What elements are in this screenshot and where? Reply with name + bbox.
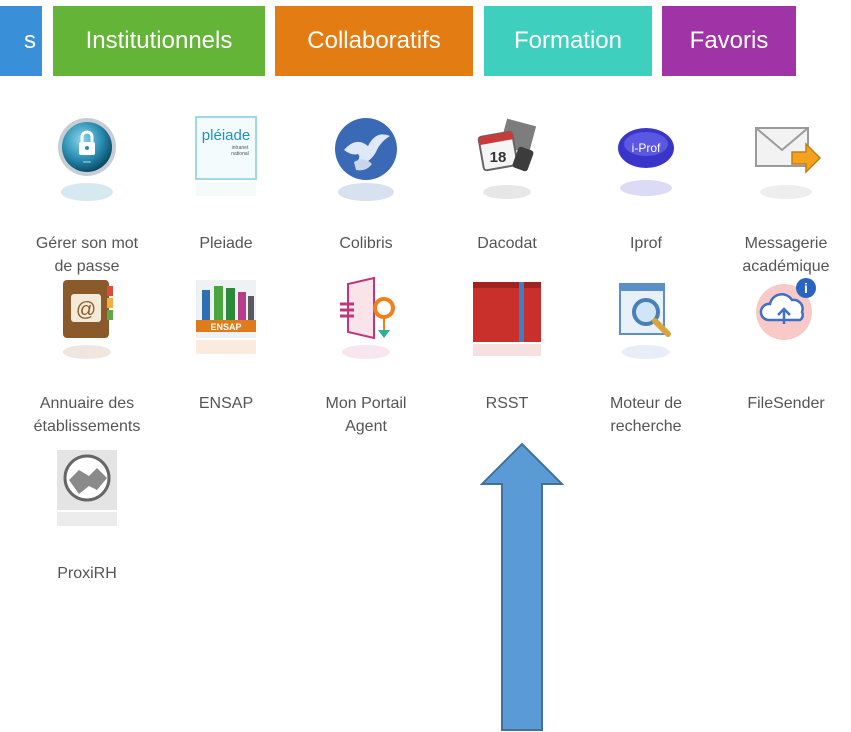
lock-icon: **** — [47, 116, 127, 202]
app-label-line2: recherche — [610, 418, 682, 435]
app-label-line1: Annuaire des — [39, 395, 135, 412]
app-label-line1: Pleiade — [199, 235, 253, 252]
search-engine-icon — [606, 276, 686, 362]
tab-formation-label: Formation — [513, 27, 623, 54]
tab-favoris[interactable]: Favoris — [662, 6, 796, 76]
tab-institutionnels[interactable]: Institutionnels — [53, 6, 265, 76]
app-label-line1: Dacodat — [477, 235, 537, 252]
pleiade-logo-text: pléiade — [202, 127, 250, 144]
annotation-arrow-icon — [480, 442, 564, 731]
tab-partial[interactable]: s — [0, 6, 42, 76]
info-badge-icon: i — [804, 280, 808, 296]
app-label-line1: Gérer son mot — [35, 235, 139, 252]
app-label-line1: Iprof — [629, 235, 662, 252]
rsst-book-icon — [467, 276, 547, 362]
app-label-line1: FileSender — [747, 395, 825, 412]
cloud-upload-icon: i — [746, 276, 826, 362]
tab-institutionnels-label: Institutionnels — [85, 27, 233, 54]
app-label-line1: Mon Portail — [325, 395, 407, 412]
app-label-line1: ENSAP — [198, 395, 254, 412]
mail-icon — [746, 116, 826, 202]
portal-icon — [326, 276, 406, 362]
ensap-logo: ENSAP — [210, 322, 241, 332]
tab-collaboratifs-label: Collaboratifs — [307, 27, 441, 54]
svg-text:****: **** — [83, 161, 91, 167]
pleiade-sub2: national — [231, 151, 249, 157]
dacodat-date: 18 — [490, 149, 507, 166]
app-label-line1: Colibris — [339, 235, 393, 252]
dacodat-icon: 18 — [467, 116, 547, 202]
colibris-icon — [326, 116, 406, 202]
svg-text:@: @ — [76, 299, 96, 321]
iprof-icon: i-Prof — [606, 116, 686, 202]
handshake-icon — [47, 446, 127, 532]
address-book-icon: @ — [47, 276, 127, 362]
app-label-line2: académique — [742, 258, 830, 275]
app-label-line1: Moteur de — [609, 395, 683, 412]
tab-favoris-label: Favoris — [689, 27, 769, 54]
tab-formation[interactable]: Formation — [484, 6, 652, 76]
tab-collaboratifs[interactable]: Collaboratifs — [275, 6, 473, 76]
tab-partial-label: s — [24, 27, 36, 54]
pleiade-icon: pléiade intranet national — [186, 116, 266, 202]
iprof-logo: i-Prof — [632, 141, 661, 155]
app-label-line1: RSST — [485, 395, 529, 412]
app-label-line2: Agent — [345, 418, 387, 435]
app-label-line1: Messagerie — [744, 235, 828, 252]
app-label-line2: établissements — [33, 418, 141, 435]
app-label-line2: de passe — [54, 258, 120, 275]
ensap-icon: ENSAP — [186, 276, 266, 362]
app-label-line1: ProxiRH — [57, 565, 117, 582]
